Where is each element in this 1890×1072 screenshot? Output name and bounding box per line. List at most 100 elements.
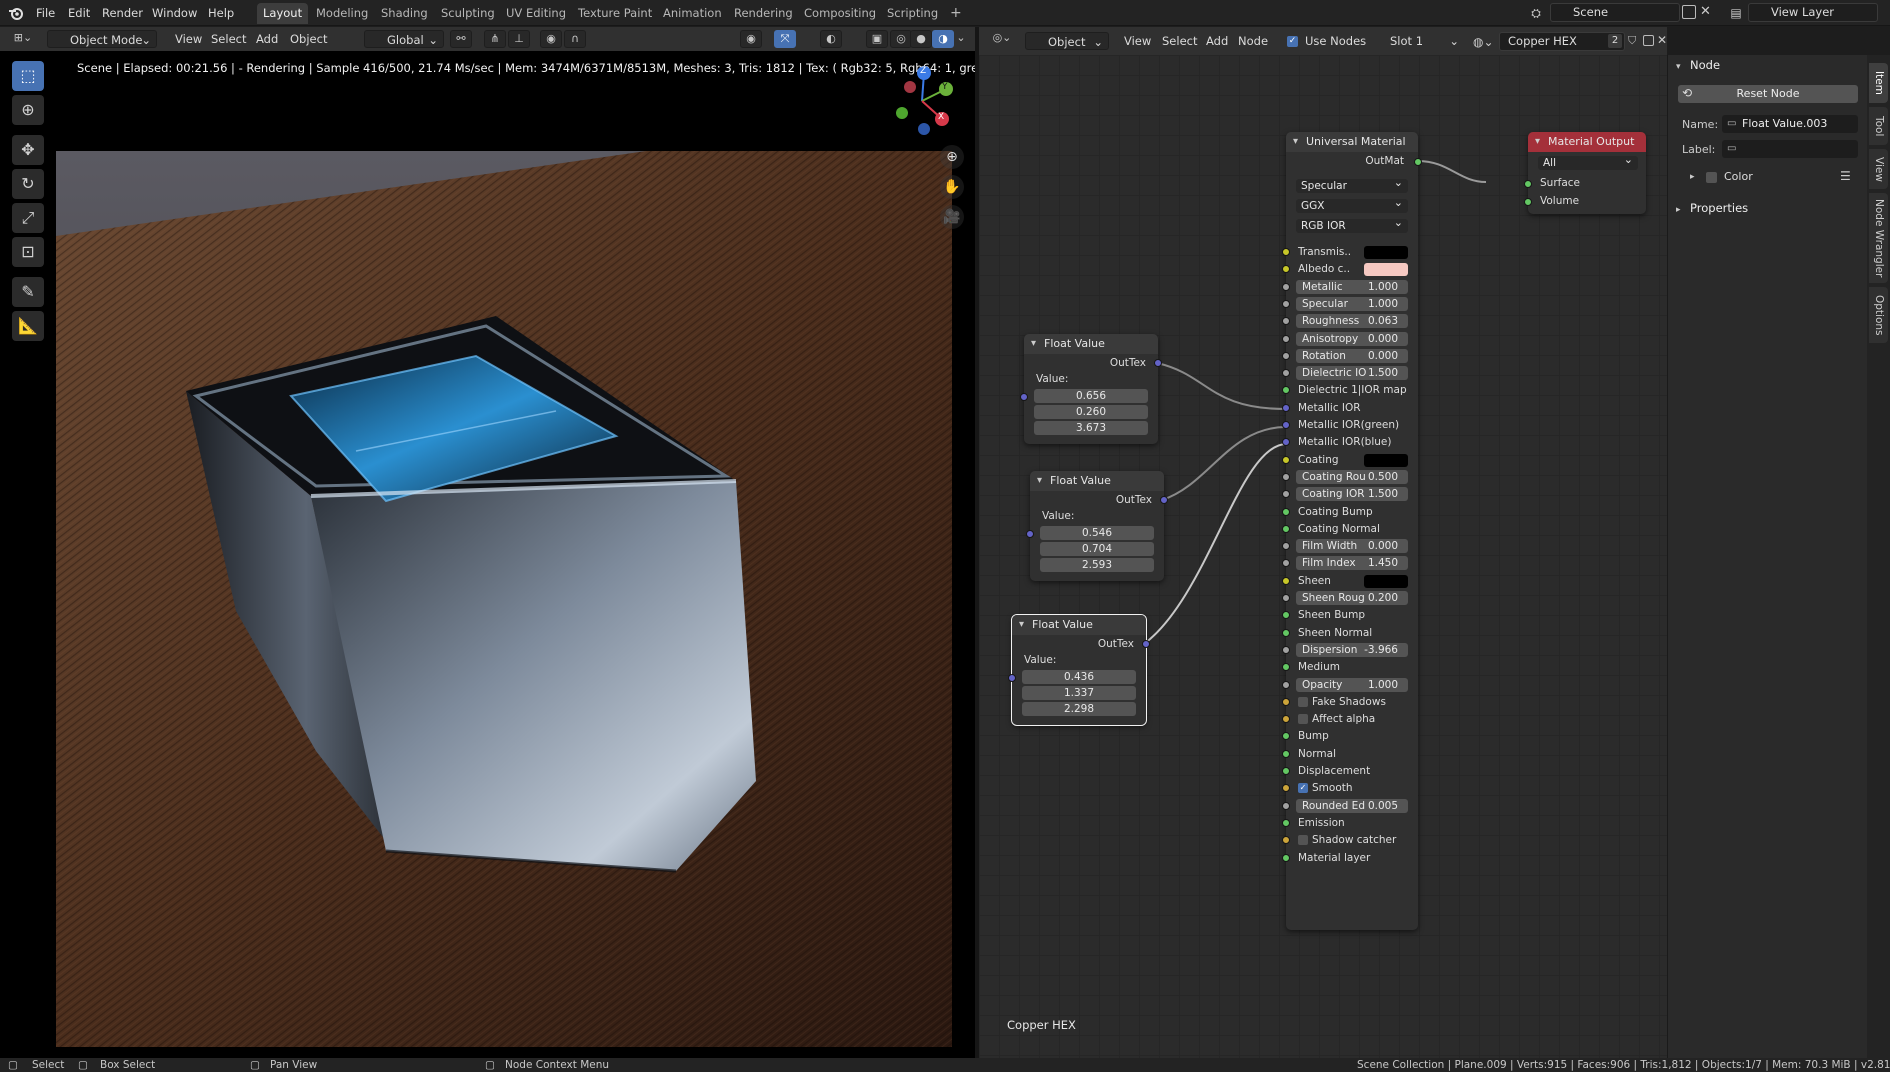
menu-help[interactable]: Help [204,4,238,22]
visibility-icon[interactable]: ◉ [740,30,762,48]
color-swatch[interactable] [1364,246,1408,259]
snap-target-icon[interactable]: ⊥ [508,30,530,48]
input-value-field[interactable]: Film Width 0.000 [1296,539,1408,553]
node-menu-view[interactable]: View [1119,32,1156,50]
node-header[interactable]: Material Output [1528,132,1646,152]
checkbox-row[interactable]: Fake Shadows [1286,695,1418,710]
pan-hand-icon[interactable]: ✋ [940,175,964,199]
checkbox-row[interactable]: ✓ Smooth [1286,781,1418,796]
menu-window[interactable]: Window [148,4,201,22]
tab-shading[interactable]: Shading [375,3,434,24]
input-socket[interactable] [1282,335,1290,343]
gizmo-icon[interactable]: ⤧ [774,30,796,48]
input-socket[interactable] [1282,369,1290,377]
scale-tool-icon[interactable]: ⤢ [12,203,44,233]
bsdf-type-dropdown[interactable]: Specular [1296,176,1408,193]
output-target-dropdown[interactable]: All [1538,153,1638,170]
checkbox-row[interactable]: Affect alpha [1286,712,1418,727]
chevron-down-icon[interactable]: ⌄ [952,30,970,48]
node-name-input[interactable]: ▭ Float Value.003 [1722,115,1858,133]
float-value-node-2[interactable]: Float Value OutTex Value: 0.546 0.704 2.… [1026,471,1168,581]
view-layer-icon[interactable]: ▤ [1725,4,1747,22]
duplicate-material-icon[interactable] [1643,35,1654,46]
move-tool-icon[interactable]: ✥ [12,135,44,165]
tab-uv-editing[interactable]: UV Editing [500,3,572,24]
input-value-field[interactable]: Sheen Roug 0.200 [1296,591,1408,605]
input-socket[interactable] [1282,594,1290,602]
tab-texture-paint[interactable]: Texture Paint [572,3,658,24]
output-socket[interactable] [1154,359,1162,367]
input-value-field[interactable]: Anisotropy 0.000 [1296,332,1408,346]
overlay-icon[interactable]: ◐ [820,30,842,48]
scene-icon[interactable]: ⛭ [1525,4,1547,22]
value-field[interactable]: 0.546 [1040,526,1154,540]
input-socket[interactable] [1020,393,1028,401]
tab-options[interactable]: Options [1869,287,1888,343]
tab-view[interactable]: View [1869,149,1888,189]
output-socket[interactable] [1142,640,1150,648]
input-socket[interactable] [1026,530,1034,538]
unlink-material-icon[interactable]: ✕ [1657,33,1667,47]
input-value-field[interactable]: Opacity 1.000 [1296,678,1408,692]
falloff-icon[interactable]: ∩ [564,30,586,48]
value-field[interactable]: 0.436 [1022,670,1136,684]
input-value-field[interactable]: Film Index 1.450 [1296,556,1408,570]
color-swatch[interactable] [1364,263,1408,276]
menu-edit[interactable]: Edit [64,4,94,22]
tab-node-wrangler[interactable]: Node Wrangler [1869,193,1888,283]
blender-logo-icon[interactable] [8,5,24,21]
float-value-node-3[interactable]: Float Value OutTex Value: 0.436 1.337 2.… [1008,614,1150,726]
shader-type-select[interactable]: Object ⌄ [1025,32,1109,50]
node-editor-canvas[interactable]: Float Value OutTex Value: 0.656 0.260 3.… [979,55,1667,1058]
viewport-menu-select[interactable]: Select [206,30,251,48]
fake-user-shield-icon[interactable]: ⛉ [1628,34,1640,48]
slot-select[interactable]: Slot 1 ⌄ [1384,32,1464,50]
xray-icon[interactable]: ▣ [866,30,888,48]
value-field[interactable]: 3.673 [1034,421,1148,435]
value-field[interactable]: 2.298 [1022,702,1136,716]
cursor-tool-icon[interactable]: ⊕ [12,95,44,125]
shading-rendered-icon[interactable]: ◑ [932,30,954,48]
node-header[interactable]: Float Value [1012,615,1146,635]
node-header[interactable]: Float Value [1030,471,1164,491]
output-socket[interactable] [1160,496,1168,504]
node-label-input[interactable]: ▭ [1722,140,1858,158]
input-value-field[interactable]: Rounded Ed 0.005 [1296,799,1408,813]
node-header[interactable]: Universal Material [1286,132,1418,152]
checkbox[interactable]: ✓ [1298,783,1308,793]
orientation-select[interactable]: Global ⌄ [364,30,444,48]
rotate-tool-icon[interactable]: ↻ [12,169,44,199]
input-socket[interactable] [1008,674,1016,682]
material-name-field[interactable]: Copper HEX 2 [1499,32,1625,51]
input-value-field[interactable]: Roughness 0.063 [1296,314,1408,328]
value-field[interactable]: 0.260 [1034,405,1148,419]
value-field[interactable]: 0.704 [1040,542,1154,556]
input-socket[interactable] [1282,473,1290,481]
viewport-menu-add[interactable]: Add [251,30,283,48]
input-socket[interactable] [1282,490,1290,498]
tab-item[interactable]: Item [1869,63,1888,103]
input-value-field[interactable]: Coating Rou 0.500 [1296,470,1408,484]
input-socket[interactable] [1282,559,1290,567]
input-socket[interactable] [1282,300,1290,308]
input-socket[interactable] [1282,352,1290,360]
camera-icon[interactable]: 🎥 [940,205,964,229]
input-socket[interactable] [1282,317,1290,325]
node-menu-select[interactable]: Select [1157,32,1202,50]
shading-wireframe-icon[interactable]: ◎ [890,30,912,48]
input-value-field[interactable]: Specular 1.000 [1296,297,1408,311]
input-socket[interactable] [1282,283,1290,291]
snap-icon[interactable]: ⋔ [484,30,506,48]
node-menu-node[interactable]: Node [1233,32,1273,50]
color-swatch[interactable] [1364,454,1408,467]
reset-node-button[interactable]: ⟲ Reset Node [1678,85,1858,103]
editor-type-icon[interactable]: ◎⌄ [987,30,1017,48]
menu-render[interactable]: Render [98,4,147,22]
transform-tool-icon[interactable]: ⊡ [12,237,44,267]
annotate-tool-icon[interactable]: ✎ [12,277,44,307]
material-browse-icon[interactable]: ◍⌄ [1473,33,1497,51]
view-layer-field[interactable]: View Layer [1748,3,1878,22]
use-color-checkbox[interactable] [1706,172,1717,183]
tab-scripting[interactable]: Scripting [881,3,944,24]
editor-type-icon[interactable]: ⊞⌄ [8,30,38,48]
